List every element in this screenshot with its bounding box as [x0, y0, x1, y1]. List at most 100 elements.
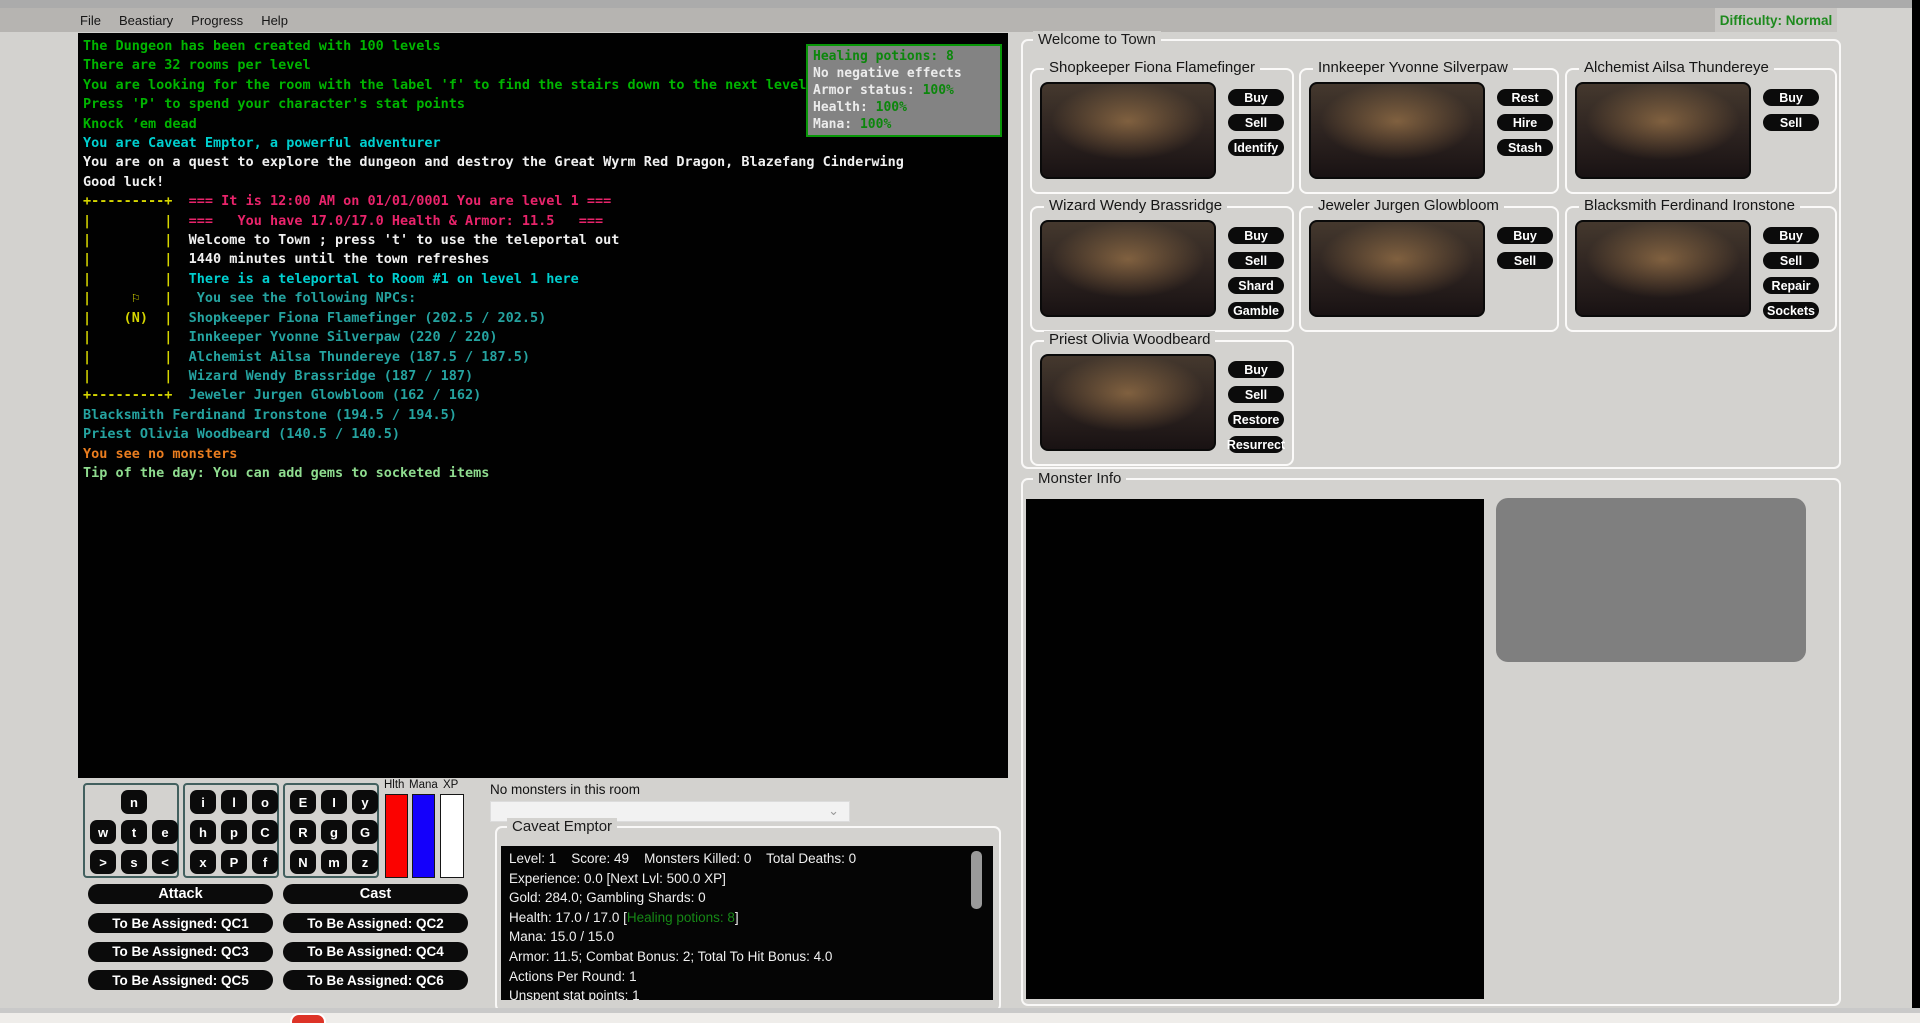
- stat-line: Mana: 15.0 / 15.0: [509, 927, 856, 947]
- npc-button-sell[interactable]: Sell: [1228, 252, 1284, 269]
- log-line: | | Alchemist Ailsa Thundereye (187.5 / …: [83, 348, 904, 367]
- log-line: You see no monsters: [83, 445, 904, 464]
- npc-portrait: [1040, 82, 1216, 179]
- npc-button-resurrect[interactable]: Resurrect: [1228, 436, 1284, 453]
- stat-line: Health: 17.0 / 17.0 [Healing potions: 8]: [509, 908, 856, 928]
- log-line: Tip of the day: You can add gems to sock…: [83, 464, 904, 483]
- key-h[interactable]: h: [190, 820, 216, 844]
- npc-button-buy[interactable]: Buy: [1228, 89, 1284, 106]
- key-lt[interactable]: <: [152, 850, 178, 874]
- key-R[interactable]: R: [290, 820, 316, 844]
- npc-card-priest: Priest Olivia WoodbeardBuySellRestoreRes…: [1030, 340, 1294, 466]
- npc-button-sell[interactable]: Sell: [1763, 252, 1819, 269]
- npc-button-restore[interactable]: Restore: [1228, 411, 1284, 428]
- qc-button-4[interactable]: To Be Assigned: QC4: [283, 942, 468, 962]
- npc-button-sell[interactable]: Sell: [1763, 114, 1819, 131]
- key-gt[interactable]: >: [90, 850, 116, 874]
- key-C[interactable]: C: [252, 820, 278, 844]
- npc-button-gamble[interactable]: Gamble: [1228, 302, 1284, 319]
- keypad-group-3: EIy RgG Nmz: [283, 783, 379, 878]
- monster-info-groupbox: Monster Info: [1021, 478, 1841, 1006]
- log-line: | | Wizard Wendy Brassridge (187 / 187): [83, 367, 904, 386]
- log-line: | | === You have 17.0/17.0 Health & Armo…: [83, 212, 904, 231]
- monster-info-title: Monster Info: [1033, 470, 1126, 487]
- npc-button-buy[interactable]: Buy: [1497, 227, 1553, 244]
- key-w[interactable]: w: [90, 820, 116, 844]
- key-E[interactable]: E: [290, 790, 316, 814]
- cast-button[interactable]: Cast: [283, 884, 468, 904]
- character-title: Caveat Emptor: [507, 818, 617, 835]
- menu-item-file[interactable]: File: [71, 13, 110, 28]
- key-n[interactable]: n: [121, 790, 147, 814]
- stats-scrollbar-thumb[interactable]: [971, 851, 982, 909]
- status-overlay-lines: Healing potions: 8No negative effectsArm…: [813, 48, 995, 133]
- menu-item-beastiary[interactable]: Beastiary: [110, 13, 182, 28]
- stat-line: Experience: 0.0 [Next Lvl: 500.0 XP]: [509, 869, 856, 889]
- mana-bar-label: Mana: [409, 779, 438, 791]
- keypad-group-1: nwte >s<: [83, 783, 179, 878]
- key-l[interactable]: l: [221, 790, 247, 814]
- qc-button-3[interactable]: To Be Assigned: QC3: [88, 942, 273, 962]
- npc-button-hire[interactable]: Hire: [1497, 114, 1553, 131]
- mana-bar: [412, 794, 435, 878]
- npc-button-identify[interactable]: Identify: [1228, 139, 1284, 156]
- key-N[interactable]: N: [290, 850, 316, 874]
- npc-name: Wizard Wendy Brassridge: [1044, 197, 1227, 214]
- npc-button-rest[interactable]: Rest: [1497, 89, 1553, 106]
- key-e[interactable]: e: [152, 820, 178, 844]
- npc-button-sockets[interactable]: Sockets: [1763, 302, 1819, 319]
- key-o[interactable]: o: [252, 790, 278, 814]
- status-line: Mana: 100%: [813, 116, 995, 133]
- key-p[interactable]: p: [221, 820, 247, 844]
- npc-button-sell[interactable]: Sell: [1497, 252, 1553, 269]
- key-m[interactable]: m: [321, 850, 347, 874]
- status-line: Health: 100%: [813, 99, 995, 116]
- log-line: | | Welcome to Town ; press 't' to use t…: [83, 231, 904, 250]
- qc-button-1[interactable]: To Be Assigned: QC1: [88, 913, 273, 933]
- npc-button-repair[interactable]: Repair: [1763, 277, 1819, 294]
- npc-button-stash[interactable]: Stash: [1497, 139, 1553, 156]
- partial-red-button[interactable]: [292, 1015, 324, 1023]
- menu-item-progress[interactable]: Progress: [182, 13, 252, 28]
- npc-button-sell[interactable]: Sell: [1228, 114, 1284, 131]
- menu-item-help[interactable]: Help: [252, 13, 297, 28]
- key-G[interactable]: G: [352, 820, 378, 844]
- npc-card-innkeeper: Innkeeper Yvonne SilverpawRestHireStash: [1299, 68, 1559, 194]
- key-y[interactable]: y: [352, 790, 378, 814]
- key-f[interactable]: f: [252, 850, 278, 874]
- character-stats-lines: Level: 1 Score: 49 Monsters Killed: 0 To…: [509, 849, 856, 1000]
- stat-line: Armor: 11.5; Combat Bonus: 2; Total To H…: [509, 947, 856, 967]
- key-s[interactable]: s: [121, 850, 147, 874]
- log-line: | | 1440 minutes until the town refreshe…: [83, 250, 904, 269]
- npc-button-shard[interactable]: Shard: [1228, 277, 1284, 294]
- npc-button-sell[interactable]: Sell: [1228, 386, 1284, 403]
- npc-name: Jeweler Jurgen Glowbloom: [1313, 197, 1504, 214]
- npc-portrait: [1040, 354, 1216, 451]
- npc-button-buy[interactable]: Buy: [1228, 227, 1284, 244]
- monster-info-canvas: [1026, 499, 1484, 999]
- npc-name: Innkeeper Yvonne Silverpaw: [1313, 59, 1513, 76]
- qc-button-6[interactable]: To Be Assigned: QC6: [283, 970, 468, 990]
- log-line: | ⚐ | You see the following NPCs:: [83, 289, 904, 308]
- key-P[interactable]: P: [221, 850, 247, 874]
- key-i[interactable]: i: [190, 790, 216, 814]
- character-groupbox: Caveat Emptor Level: 1 Score: 49 Monster…: [495, 826, 1001, 1012]
- status-line: No negative effects: [813, 65, 995, 82]
- npc-card-shopkeeper: Shopkeeper Fiona FlamefingerBuySellIdent…: [1030, 68, 1294, 194]
- qc-button-2[interactable]: To Be Assigned: QC2: [283, 913, 468, 933]
- key-I[interactable]: I: [321, 790, 347, 814]
- key-x[interactable]: x: [190, 850, 216, 874]
- key-g[interactable]: g: [321, 820, 347, 844]
- key-z[interactable]: z: [352, 850, 378, 874]
- log-line: | | Innkeeper Yvonne Silverpaw (220 / 22…: [83, 328, 904, 347]
- attack-button[interactable]: Attack: [88, 884, 273, 904]
- npc-button-buy[interactable]: Buy: [1228, 361, 1284, 378]
- xp-bar: [440, 794, 464, 878]
- menu-bar: FileBeastiaryProgressHelp: [0, 8, 1837, 32]
- hlth-bar-label: Hlth: [384, 779, 404, 791]
- log-line: You are Caveat Emptor, a powerful advent…: [83, 134, 904, 153]
- key-t[interactable]: t: [121, 820, 147, 844]
- npc-button-buy[interactable]: Buy: [1763, 227, 1819, 244]
- npc-button-buy[interactable]: Buy: [1763, 89, 1819, 106]
- qc-button-5[interactable]: To Be Assigned: QC5: [88, 970, 273, 990]
